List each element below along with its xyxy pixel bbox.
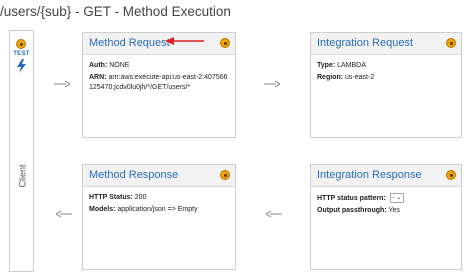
right-arrow-icon xyxy=(54,80,70,88)
test-badge-icon[interactable] xyxy=(16,39,26,49)
annotation-arrow-icon xyxy=(165,37,204,45)
page-title: /users/{sub} - GET - Method Execution xyxy=(0,4,231,19)
models-label: Models: xyxy=(89,206,116,213)
status-dot-icon xyxy=(220,38,230,48)
type-value: LAMBDA xyxy=(337,62,366,69)
auth-row: Auth: NONE xyxy=(89,61,229,71)
arn-value: arn:aws:execute-api:us-east-2:4075661254… xyxy=(89,74,228,91)
method-response-card: Method Response HTTP Status: 200 Models:… xyxy=(82,164,236,270)
status-dot-icon xyxy=(446,170,456,180)
models-value: application/json => Empty xyxy=(117,206,198,213)
integration-response-card: Integration Response HTTP status pattern… xyxy=(310,164,462,270)
output-passthrough-label: Output passthrough: xyxy=(317,206,387,214)
auth-label: Auth: xyxy=(89,62,108,69)
method-request-header: Method Request xyxy=(83,33,235,55)
left-arrow-icon xyxy=(266,210,282,218)
status-pattern-value: - xyxy=(392,195,395,201)
status-pattern-select[interactable]: - ⌄ xyxy=(389,193,405,203)
integration-request-header: Integration Request xyxy=(311,33,461,55)
right-arrow-icon xyxy=(264,80,280,88)
region-row: Region: us-east-2 xyxy=(317,73,455,83)
region-label: Region: xyxy=(317,74,344,81)
test-label[interactable]: TEST xyxy=(10,51,33,57)
auth-value: NONE xyxy=(109,62,130,69)
http-status-value: 200 xyxy=(134,194,147,201)
status-pattern-label: HTTP status pattern: xyxy=(317,194,386,202)
models-row: Models: application/json => Empty xyxy=(89,205,229,215)
http-status-row: HTTP Status: 200 xyxy=(89,193,229,203)
type-label: Type: xyxy=(317,62,336,69)
integration-request-card: Integration Request Type: LAMBDA Region:… xyxy=(310,32,462,138)
output-passthrough-value: Yes xyxy=(388,206,400,214)
region-value: us-east-2 xyxy=(345,74,375,81)
integration-response-header: Integration Response xyxy=(311,165,461,187)
http-status-label: HTTP Status: xyxy=(89,194,133,201)
type-row: Type: LAMBDA xyxy=(317,61,455,71)
client-label: Client xyxy=(17,164,28,188)
method-response-link[interactable]: Method Response xyxy=(89,169,178,181)
status-pattern-row: HTTP status pattern: - ⌄ xyxy=(317,193,455,204)
output-passthrough-row: Output passthrough: Yes xyxy=(317,206,455,216)
chevron-down-icon: ⌄ xyxy=(396,195,402,201)
left-arrow-icon xyxy=(56,210,72,218)
method-request-card: Method Request Auth: NONE ARN: arn:aws:e… xyxy=(82,32,236,138)
integration-response-link[interactable]: Integration Response xyxy=(317,169,422,181)
client-panel[interactable]: TEST Client xyxy=(9,30,34,272)
integration-request-link[interactable]: Integration Request xyxy=(317,37,413,49)
arn-row: ARN: arn:aws:execute-api:us-east-2:40756… xyxy=(89,73,229,93)
status-dot-icon xyxy=(220,170,230,180)
lightning-bolt-icon[interactable] xyxy=(16,59,27,73)
method-response-header: Method Response xyxy=(83,165,235,187)
method-request-link[interactable]: Method Request xyxy=(89,37,170,49)
status-dot-icon xyxy=(446,38,456,48)
arn-label: ARN: xyxy=(89,74,107,81)
